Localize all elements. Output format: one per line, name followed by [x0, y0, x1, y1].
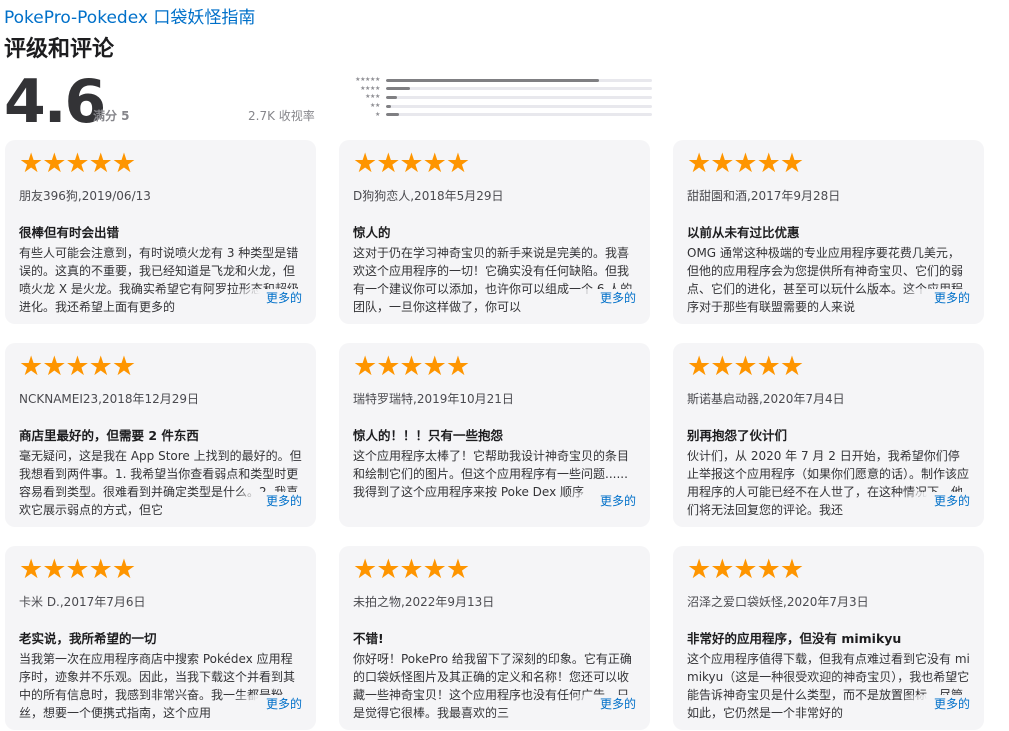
- review-card[interactable]: ★★★★★ D狗狗恋人,2018年5月29日 惊人的 这对于仍在学习神奇宝贝的新…: [339, 140, 650, 324]
- rating-histogram: ★★★★★ ★★★★ ★★★ ★★ ★: [336, 76, 652, 119]
- star-rating-icon: ★★★★★: [687, 351, 804, 382]
- star-rating-icon: ★★★★★: [19, 148, 136, 179]
- rating-count: 2.7K 收视率: [248, 109, 315, 123]
- review-grid: ★★★★★ 朋友396狗,2019/06/13 很棒但有时会出错 有些人可能会注…: [5, 140, 984, 730]
- more-button[interactable]: 更多的: [231, 695, 302, 713]
- histogram-stars-icon: ★★★★★: [355, 76, 380, 84]
- rating-scale-label: 满分 5: [93, 109, 130, 123]
- histogram-track: [386, 113, 652, 117]
- histogram-row-1: ★: [336, 110, 652, 119]
- ratings-reviews-heading: 评级和评论: [4, 37, 115, 62]
- review-card[interactable]: ★★★★★ 卡米 D.,2017年7月6日 老实说，我所希望的一切 当我第一次在…: [5, 546, 316, 730]
- histogram-track: [386, 78, 652, 82]
- review-author-date: 朋友396狗,2019/06/13: [19, 189, 151, 203]
- more-button[interactable]: 更多的: [899, 492, 970, 510]
- more-button[interactable]: 更多的: [231, 492, 302, 510]
- app-title-link[interactable]: PokePro-Pokedex 口袋妖怪指南: [4, 3, 255, 28]
- more-button[interactable]: 更多的: [899, 289, 970, 307]
- review-card[interactable]: ★★★★★ 沼泽之爱口袋妖怪,2020年7月3日 非常好的应用程序，但没有 mi…: [673, 546, 984, 730]
- review-card[interactable]: ★★★★★ 未拍之物,2022年9月13日 不错! 你好呀！PokePro 给我…: [339, 546, 650, 730]
- histogram-fill: [386, 113, 400, 117]
- histogram-stars-icon: ★: [375, 110, 380, 118]
- review-title: 惊人的: [353, 225, 391, 240]
- review-card[interactable]: ★★★★★ NCKNAMEI23,2018年12月29日 商店里最好的，但需要 …: [5, 343, 316, 527]
- review-title: 别再抱怨了伙计们: [687, 428, 788, 443]
- histogram-track: [386, 87, 652, 91]
- review-author-date: 斯诺基启动器,2020年7月4日: [687, 392, 845, 406]
- review-title: 商店里最好的，但需要 2 件东西: [19, 428, 199, 443]
- histogram-fill: [386, 78, 599, 82]
- review-card[interactable]: ★★★★★ 朋友396狗,2019/06/13 很棒但有时会出错 有些人可能会注…: [5, 140, 316, 324]
- review-title: 惊人的！！！只有一些抱怨: [353, 428, 504, 443]
- histogram-fill: [386, 95, 397, 99]
- histogram-track: [386, 104, 652, 108]
- review-card[interactable]: ★★★★★ 斯诺基启动器,2020年7月4日 别再抱怨了伙计们 伙计们，从 20…: [673, 343, 984, 527]
- star-rating-icon: ★★★★★: [353, 148, 470, 179]
- review-author-date: 卡米 D.,2017年7月6日: [19, 595, 146, 609]
- review-card[interactable]: ★★★★★ 瑞特罗瑞特,2019年10月21日 惊人的！！！只有一些抱怨 这个应…: [339, 343, 650, 527]
- star-rating-icon: ★★★★★: [19, 351, 136, 382]
- histogram-stars-icon: ★★: [370, 102, 380, 110]
- more-button[interactable]: 更多的: [565, 289, 636, 307]
- more-button[interactable]: 更多的: [565, 695, 636, 713]
- histogram-fill: [386, 87, 410, 91]
- average-rating: 4.6: [4, 67, 106, 137]
- histogram-row-5: ★★★★★: [336, 76, 652, 85]
- review-card[interactable]: ★★★★★ 甜甜園和酒,2017年9月28日 以前从未有过比优惠 OMG 通常这…: [673, 140, 984, 324]
- star-rating-icon: ★★★★★: [353, 554, 470, 585]
- review-title: 老实说，我所希望的一切: [19, 631, 157, 646]
- histogram-fill: [386, 104, 392, 108]
- more-button[interactable]: 更多的: [231, 289, 302, 307]
- histogram-row-2: ★★: [336, 102, 652, 111]
- review-title: 以前从未有过比优惠: [687, 225, 800, 240]
- review-author-date: 未拍之物,2022年9月13日: [353, 595, 495, 609]
- review-author-date: 瑞特罗瑞特,2019年10月21日: [353, 392, 514, 406]
- histogram-stars-icon: ★★★★: [360, 84, 380, 92]
- histogram-row-3: ★★★: [336, 93, 652, 102]
- star-rating-icon: ★★★★★: [353, 351, 470, 382]
- histogram-stars-icon: ★★★: [365, 93, 380, 101]
- review-author-date: 沼泽之爱口袋妖怪,2020年7月3日: [687, 595, 869, 609]
- star-rating-icon: ★★★★★: [19, 554, 136, 585]
- review-author-date: D狗狗恋人,2018年5月29日: [353, 189, 504, 203]
- review-author-date: NCKNAMEI23,2018年12月29日: [19, 392, 200, 406]
- histogram-row-4: ★★★★: [336, 85, 652, 94]
- more-button[interactable]: 更多的: [565, 492, 636, 510]
- review-title: 很棒但有时会出错: [19, 225, 120, 240]
- star-rating-icon: ★★★★★: [687, 148, 804, 179]
- review-author-date: 甜甜園和酒,2017年9月28日: [687, 189, 841, 203]
- review-title: 不错!: [353, 631, 384, 646]
- histogram-track: [386, 95, 652, 99]
- more-button[interactable]: 更多的: [899, 695, 970, 713]
- review-title: 非常好的应用程序，但没有 mimikyu: [687, 631, 902, 646]
- star-rating-icon: ★★★★★: [687, 554, 804, 585]
